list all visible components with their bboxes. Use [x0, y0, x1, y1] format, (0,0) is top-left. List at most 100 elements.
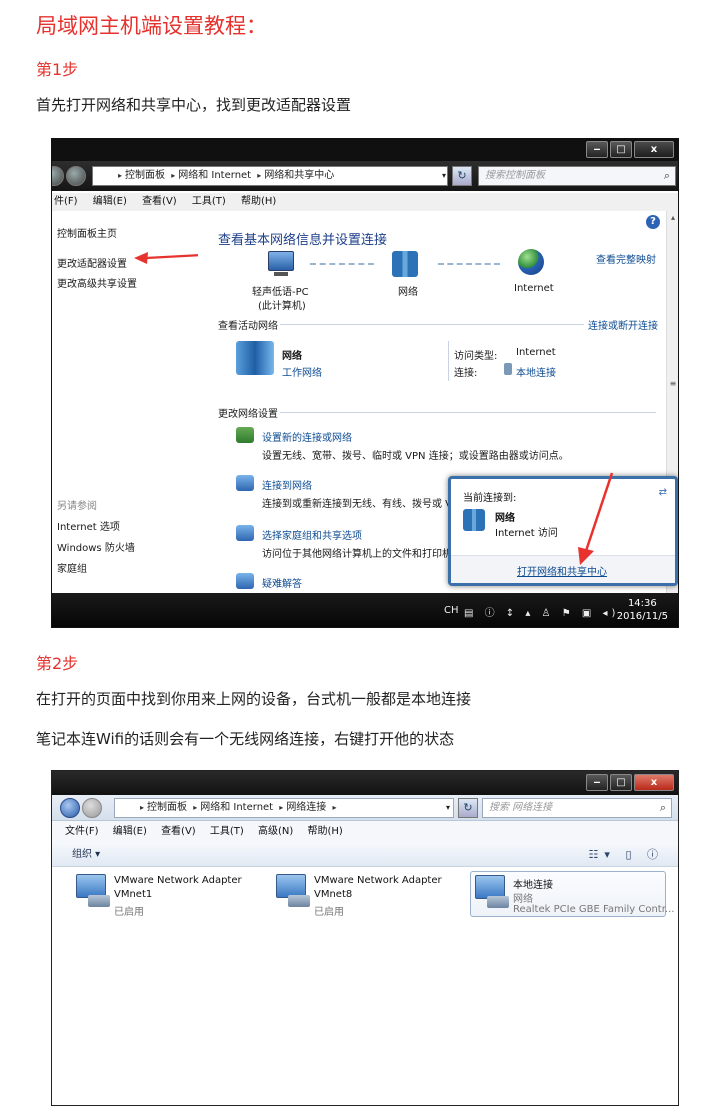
homegroup-icon [236, 525, 254, 541]
homegroup-options-link[interactable]: 选择家庭组和共享选项 [262, 527, 362, 542]
popup-access: Internet 访问 [495, 528, 558, 539]
adapter-status: Realtek PCIe GBE Family Contr... [513, 904, 675, 915]
access-type-label: 访问类型: [454, 351, 498, 362]
menu-bar: 件(F) 编辑(E) 查看(V) 工具(T) 帮助(H) [52, 193, 678, 211]
crumb-network-internet[interactable]: 网络和 Internet [200, 802, 273, 813]
menu-view[interactable]: 查看(V) [142, 196, 177, 207]
search-input[interactable]: 搜索控制面板 ⌕ [478, 166, 676, 186]
popup-header: 当前连接到: [463, 493, 517, 504]
maximize-button[interactable]: □ [610, 141, 632, 158]
red-arrow-down-icon [578, 472, 614, 565]
search-icon[interactable]: ⌕ [664, 167, 670, 185]
change-advanced-sharing-link[interactable]: 更改高级共享设置 [57, 275, 137, 290]
navigation-bar: ▸ 控制面板 ▸ 网络和 Internet ▸ 网络连接 ▸ ▾ ↻ 搜索 网络连接 ⌕ [52, 795, 678, 821]
setup-connection-desc: 设置无线、宽带、拨号、临时或 VPN 连接；或设置路由器或访问点。 [262, 451, 569, 462]
access-type-value: Internet [516, 347, 556, 358]
address-dropdown-icon[interactable]: ▾ [442, 799, 454, 817]
menu-advanced[interactable]: 高级(N) [258, 826, 293, 837]
internet-globe-icon [518, 249, 544, 275]
crumb-control-panel[interactable]: 控制面板 [147, 802, 187, 813]
back-button[interactable] [52, 166, 64, 186]
active-network-icon [236, 341, 274, 375]
menu-help[interactable]: 帮助(H) [241, 196, 276, 207]
refresh-icon[interactable]: ↻ [458, 798, 478, 818]
preview-pane-icon[interactable]: ▯ [625, 848, 637, 861]
maximize-button[interactable]: □ [610, 774, 632, 791]
taskbar: CH ▤ ⓘ ↕ ▴ ♙ ⚑ ▣ ◂) 14:36 2016/11/5 [52, 593, 678, 627]
minimize-button[interactable]: ‒ [586, 141, 608, 158]
adapter-vmnet8[interactable]: VMware Network Adapter VMnet8 已启用 [272, 871, 468, 918]
crumb-control-panel[interactable]: 控制面板 [125, 170, 165, 181]
node-network-label: 网络 [398, 287, 418, 298]
step2-heading: 第2步 [36, 654, 79, 673]
popup-network-name: 网络 [495, 513, 515, 524]
cable-icon [288, 895, 310, 907]
popup-network-icon [463, 509, 485, 531]
menu-edit[interactable]: 编辑(E) [93, 196, 127, 207]
change-adapter-settings-link[interactable]: 更改适配器设置 [57, 255, 127, 270]
node-pc-sub: (此计算机) [258, 301, 306, 312]
troubleshoot-link[interactable]: 疑难解答 [262, 575, 302, 590]
step1-text: 首先打开网络和共享中心，找到更改适配器设置 [36, 96, 352, 114]
crumb-sharing-center[interactable]: 网络和共享中心 [264, 170, 334, 181]
view-options-icon[interactable]: ☷▾ [589, 848, 616, 861]
address-bar[interactable]: ▸ 控制面板 ▸ 网络和 Internet ▸ 网络连接 ▸ [114, 798, 454, 818]
adapter-status: 已启用 [314, 907, 344, 918]
connect-to-network-link[interactable]: 连接到网络 [262, 477, 312, 492]
tray-icons[interactable]: ▤ ⓘ ↕ ▴ ♙ ⚑ ▣ ◂) [464, 604, 619, 619]
adapter-name: VMware Network Adapter [314, 875, 442, 886]
menu-file[interactable]: 件(F) [54, 196, 78, 207]
lang-indicator[interactable]: CH [444, 605, 459, 616]
adapter-name: 本地连接 [513, 880, 553, 891]
menu-view[interactable]: 查看(V) [161, 826, 196, 837]
homegroup-link[interactable]: 家庭组 [57, 560, 87, 575]
view-full-map-link[interactable]: 查看完整映射 [596, 251, 656, 266]
active-networks-label: 查看活动网络 [218, 321, 278, 332]
firewall-link[interactable]: Windows 防火墙 [57, 539, 135, 554]
crumb-network-internet[interactable]: 网络和 Internet [178, 170, 251, 181]
refresh-icon[interactable]: ↻ [452, 166, 472, 186]
connection-plug-icon [504, 363, 512, 375]
adapter-vmnet1[interactable]: VMware Network Adapter VMnet1 已启用 [72, 871, 268, 918]
network-tray-popup: 当前连接到: ⇄ 网络 Internet 访问 打开网络和共享中心 [448, 476, 678, 586]
menu-bar: 文件(F) 编辑(E) 查看(V) 工具(T) 高级(N) 帮助(H) [52, 821, 678, 843]
setup-connection-link[interactable]: 设置新的连接或网络 [262, 429, 352, 444]
organize-button[interactable]: 组织 ▾ [72, 849, 100, 860]
step2-text1: 在打开的页面中找到你用来上网的设备，台式机一般都是本地连接 [36, 690, 472, 708]
crumb-network-connections[interactable]: 网络连接 [286, 802, 326, 813]
forward-button[interactable] [66, 166, 86, 186]
internet-options-link[interactable]: Internet 选项 [57, 518, 120, 533]
control-panel-home-link[interactable]: 控制面板主页 [57, 225, 117, 240]
menu-file[interactable]: 文件(F) [65, 826, 99, 837]
step1-heading: 第1步 [36, 60, 79, 79]
help-icon[interactable]: ⓘ [647, 848, 664, 861]
adapter-local-connection[interactable]: 本地连接 网络 Realtek PCIe GBE Family Contr... [470, 871, 674, 917]
connect-network-icon [236, 475, 254, 491]
cable-icon [88, 895, 110, 907]
back-button[interactable] [60, 798, 80, 818]
search-input[interactable]: 搜索 网络连接 ⌕ [482, 798, 672, 818]
connect-disconnect-link[interactable]: 连接或断开连接 [588, 317, 658, 332]
clock[interactable]: 14:36 2016/11/5 [617, 597, 668, 623]
cable-icon [487, 896, 509, 908]
local-connection-link[interactable]: 本地连接 [516, 364, 556, 379]
menu-tools[interactable]: 工具(T) [210, 826, 244, 837]
close-button[interactable]: x [634, 141, 674, 158]
forward-button[interactable] [82, 798, 102, 818]
menu-edit[interactable]: 编辑(E) [113, 826, 147, 837]
menu-tools[interactable]: 工具(T) [192, 196, 226, 207]
network-type-link[interactable]: 工作网络 [282, 364, 322, 379]
close-button[interactable]: x [634, 774, 674, 791]
main-heading: 查看基本网络信息并设置连接 [218, 233, 388, 248]
step2-text2: 笔记本连Wifi的话则会有一个无线网络连接，右键打开他的状态 [36, 730, 455, 748]
adapter-sub: 网络 [513, 894, 533, 905]
search-icon[interactable]: ⌕ [660, 799, 666, 817]
address-bar[interactable]: ▸ 控制面板 ▸ 网络和 Internet ▸ 网络和共享中心 [92, 166, 448, 186]
popup-refresh-icon[interactable]: ⇄ [659, 487, 667, 498]
minimize-button[interactable]: ‒ [586, 774, 608, 791]
menu-help[interactable]: 帮助(H) [308, 826, 343, 837]
address-dropdown-icon[interactable]: ▾ [438, 167, 450, 185]
help-icon[interactable]: ? [646, 215, 660, 229]
command-bar: 组织 ▾ ☷▾ ▯ ⓘ [52, 843, 678, 867]
navigation-bar: ▸ 控制面板 ▸ 网络和 Internet ▸ 网络和共享中心 ▾ ↻ 搜索控制面板 ⌕ [52, 161, 678, 191]
